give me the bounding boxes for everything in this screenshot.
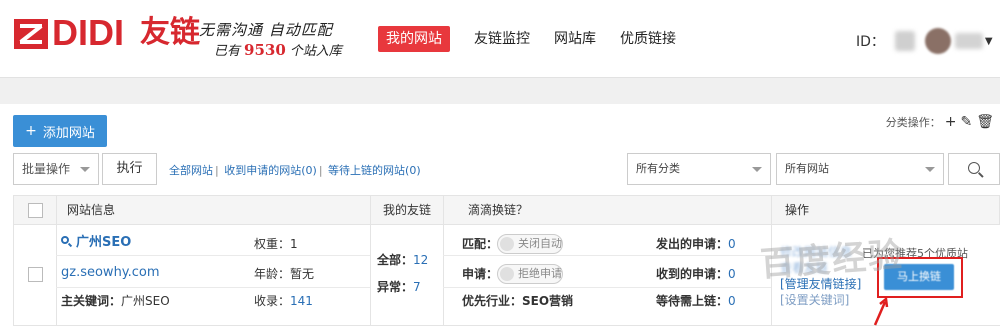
chevron-down-icon bbox=[752, 167, 762, 172]
waiting-links: 等待需上链：0 bbox=[656, 294, 736, 308]
top-header: DIDI 友链 无需沟通 自动匹配 已有 9530 个站入库 我的网站 友链监控 网… bbox=[0, 0, 1000, 78]
site-name-link[interactable]: 广州SEO bbox=[61, 235, 131, 251]
site-domain-link[interactable]: gz.seowhy.com bbox=[61, 265, 160, 281]
filter-all-sites[interactable]: 全部网站 bbox=[169, 164, 213, 177]
received-requests-count[interactable]: 0 bbox=[728, 267, 736, 281]
batch-action-select[interactable]: 批量操作 bbox=[13, 153, 99, 185]
count-prefix: 已有 bbox=[214, 44, 241, 59]
chevron-down-icon bbox=[80, 167, 90, 172]
links-abnormal-count[interactable]: 7 bbox=[413, 280, 421, 294]
add-site-label: 添加网站 bbox=[42, 125, 95, 141]
sent-requests-count[interactable]: 0 bbox=[728, 237, 736, 251]
site-weight: 权重：1 bbox=[254, 237, 298, 251]
username-redacted bbox=[954, 33, 983, 49]
category-ops-label: 分类操作： bbox=[885, 116, 941, 129]
logo-text[interactable]: DIDI bbox=[52, 13, 124, 53]
header-site-info: 网站信息 bbox=[67, 203, 116, 217]
row-checkbox[interactable] bbox=[28, 267, 43, 282]
table-header: 网站信息 我的友链 滴滴换链？ 操作 bbox=[13, 195, 1000, 225]
site-count-line: 已有 9530 个站入库 bbox=[214, 40, 342, 62]
nav-link-monitor[interactable]: 友链监控 bbox=[474, 26, 530, 52]
header-actions: 操作 bbox=[785, 203, 810, 217]
nav-quality-links[interactable]: 优质链接 bbox=[620, 26, 676, 52]
header-my-links: 我的友链 bbox=[383, 203, 432, 217]
search-icon bbox=[61, 236, 73, 248]
preferred-industry: 优先行业：SEO营销 bbox=[462, 294, 574, 308]
didi-logo-icon[interactable] bbox=[14, 19, 48, 49]
add-category-icon[interactable]: + bbox=[945, 114, 957, 130]
site-indexed: 收录：141 bbox=[254, 294, 313, 308]
site-select[interactable]: 所有网站 bbox=[776, 153, 944, 185]
user-menu[interactable]: ID： ▼ bbox=[856, 28, 993, 54]
edit-category-icon[interactable]: ✎ bbox=[960, 114, 972, 130]
nav-my-sites[interactable]: 我的网站 bbox=[378, 26, 450, 52]
execute-button[interactable]: 执行 bbox=[102, 153, 157, 185]
indexed-count-link[interactable]: 141 bbox=[290, 294, 313, 308]
batch-select-value: 批量操作 bbox=[22, 162, 71, 176]
auto-match-toggle[interactable]: 关闭自动 bbox=[497, 234, 563, 254]
filter-received-requests[interactable]: 收到申请的网站(0) bbox=[224, 164, 317, 177]
set-keywords-link[interactable]: [设置关键词] bbox=[780, 291, 849, 308]
category-select-value: 所有分类 bbox=[636, 162, 680, 175]
site-filters: 全部网站 | 收到申请的网站(0) | 等待上链的网站(0) bbox=[169, 164, 421, 177]
sent-requests: 发出的申请：0 bbox=[656, 237, 736, 251]
delete-category-icon[interactable]: 🗑 bbox=[976, 114, 994, 130]
slogan: 无需沟通 自动匹配 bbox=[199, 21, 333, 39]
site-age: 年龄：暂无 bbox=[254, 267, 315, 281]
count-suffix: 个站入库 bbox=[289, 44, 342, 59]
filter-waiting-links[interactable]: 等待上链的网站(0) bbox=[328, 164, 421, 177]
logo-cn-text[interactable]: 友链 bbox=[140, 13, 200, 53]
user-id-label: ID： bbox=[856, 34, 885, 50]
category-select[interactable]: 所有分类 bbox=[627, 153, 771, 185]
category-ops: 分类操作： + ✎ 🗑 bbox=[886, 114, 994, 130]
add-site-button[interactable]: + 添加网站 bbox=[13, 115, 107, 147]
received-requests: 收到的申请：0 bbox=[656, 267, 736, 281]
watermark: 百度经验 bbox=[759, 235, 906, 285]
site-name: 广州SEO bbox=[76, 235, 132, 250]
reject-apply-toggle[interactable]: 拒绝申请 bbox=[497, 264, 563, 284]
links-all: 全部：12 bbox=[377, 253, 429, 267]
links-all-count[interactable]: 12 bbox=[413, 253, 428, 267]
links-abnormal: 异常：7 bbox=[377, 280, 421, 294]
apply-label: 申请： bbox=[462, 267, 499, 281]
annotation-arrow-icon bbox=[873, 296, 889, 326]
select-all-checkbox[interactable] bbox=[28, 203, 43, 218]
plus-icon: + bbox=[25, 123, 37, 139]
nav-site-library[interactable]: 网站库 bbox=[554, 26, 596, 52]
main-nav: 我的网站 友链监控 网站库 优质链接 bbox=[378, 26, 700, 52]
chevron-down-icon[interactable]: ▼ bbox=[985, 36, 993, 47]
user-id-redacted bbox=[894, 31, 915, 51]
search-button[interactable] bbox=[948, 153, 1000, 185]
match-label: 匹配： bbox=[462, 237, 499, 251]
site-count: 9530 bbox=[244, 41, 286, 59]
chevron-down-icon bbox=[925, 167, 935, 172]
avatar[interactable] bbox=[924, 28, 951, 54]
waiting-links-count[interactable]: 0 bbox=[728, 294, 736, 308]
site-select-value: 所有网站 bbox=[785, 162, 829, 175]
header-didi-exchange: 滴滴换链？ bbox=[468, 203, 529, 217]
site-keyword: 主关键词：广州SEO bbox=[61, 294, 170, 308]
